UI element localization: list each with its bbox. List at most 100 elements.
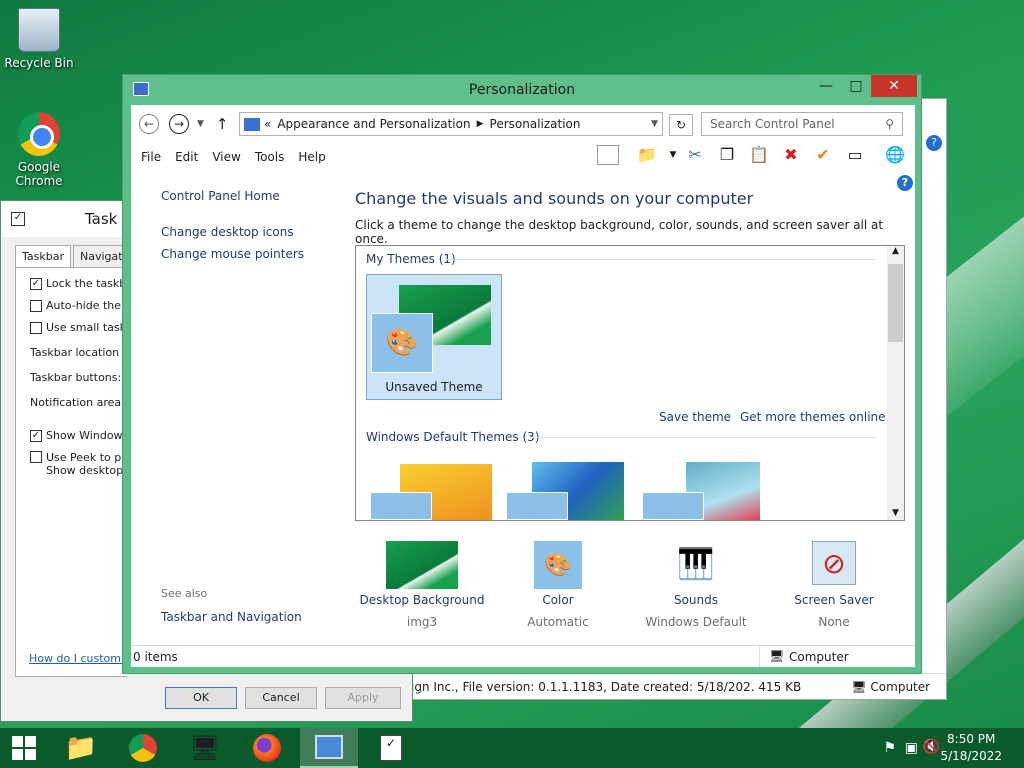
refresh-icon[interactable]: ↻ [669, 114, 693, 136]
scrollbar-thumb[interactable] [888, 264, 903, 342]
color-item[interactable]: 🎨 Color Automatic [493, 541, 623, 629]
my-themes-header: My Themes (1) [366, 252, 456, 266]
control-panel-taskbar-icon [315, 735, 343, 759]
file-explorer-taskbar-button[interactable]: 📁 [52, 728, 110, 768]
computer-taskbar-icon: 🖥 [189, 734, 221, 762]
dialog-app-icon: ✓ [11, 212, 25, 226]
minimize-button[interactable]: — [811, 75, 841, 97]
desktop-background-label[interactable]: Desktop Background [357, 593, 487, 607]
clock-time: 8:50 PM [947, 732, 996, 746]
color-value: Automatic [527, 615, 589, 629]
menu-view[interactable]: View [212, 150, 240, 164]
address-bar[interactable]: « Appearance and Personalization ▶ Perso… [239, 112, 663, 136]
theme-list-scrollbar[interactable]: ▲ ▼ [887, 246, 904, 520]
sounds-item[interactable]: 🎹 Sounds Windows Default [631, 541, 761, 629]
show-windows-store-checkbox[interactable]: ✓Show Windows S [30, 429, 126, 442]
close-button[interactable]: ✕ [871, 75, 917, 97]
change-desktop-icons-link[interactable]: Change desktop icons [161, 225, 341, 239]
customize-help-link[interactable]: How do I customize [29, 652, 125, 665]
page-heading: Change the visuals and sounds on your co… [355, 189, 754, 208]
up-arrow-icon[interactable]: ↑ [216, 115, 229, 133]
status-computer-icon: 🖥 [769, 649, 785, 663]
personalization-window: Personalization — □ ✕ ← → ▼ ↑ « Appearan… [122, 74, 922, 674]
screen-saver-item[interactable]: ⊘ Screen Saver None [769, 541, 899, 629]
screen-saver-value: None [818, 615, 850, 629]
menu-help[interactable]: Help [298, 150, 325, 164]
maximize-button[interactable]: □ [841, 75, 871, 97]
breadcrumb-overflow[interactable]: « [264, 117, 271, 131]
properties-icon[interactable]: ▭ [843, 143, 867, 167]
taskbar-navigation-link[interactable]: Taskbar and Navigation [161, 610, 302, 624]
lock-taskbar-checkbox[interactable]: ✓Lock the taskbar [30, 277, 126, 290]
apply-button[interactable]: Apply [325, 687, 401, 709]
save-theme-link[interactable]: Save theme [659, 410, 731, 424]
control-panel-home-link[interactable]: Control Panel Home [161, 189, 341, 203]
back-window-computer-label: Computer [870, 679, 931, 694]
color-label[interactable]: Color [493, 593, 623, 607]
cut-icon[interactable]: ✂ [683, 143, 707, 167]
recent-pages-chevron-icon[interactable]: ▼ [197, 119, 204, 129]
lines-theme-color-icon [506, 492, 568, 520]
scroll-up-icon[interactable]: ▲ [887, 246, 904, 256]
recycle-bin-icon [18, 8, 60, 52]
tab-taskbar[interactable]: Taskbar [15, 245, 71, 269]
checkmark-icon[interactable]: ✔ [811, 143, 835, 167]
address-dropdown-icon[interactable]: ▼ [651, 119, 658, 129]
action-center-flag-icon[interactable]: ⚑ [883, 740, 896, 756]
back-arrow-icon[interactable]: ← [139, 114, 159, 134]
search-icon[interactable]: ⚲ [885, 117, 894, 131]
taskbar-buttons-label: Taskbar buttons: [30, 371, 122, 384]
desktop-background-item[interactable]: Desktop Background img3 [357, 541, 487, 629]
network-globe-icon[interactable]: 🌐 [883, 143, 907, 167]
taskbar-location-label: Taskbar location on [30, 346, 126, 359]
copy-icon[interactable]: ❐ [715, 143, 739, 167]
small-buttons-checkbox[interactable]: Use small taskba [30, 321, 126, 334]
firefox-taskbar-button[interactable] [238, 728, 296, 768]
use-peek-checkbox[interactable]: Use Peek to preShow desktop bu [30, 451, 126, 477]
scroll-down-icon[interactable]: ▼ [887, 508, 904, 518]
menu-tools[interactable]: Tools [255, 150, 285, 164]
google-chrome-shortcut[interactable]: Google Chrome [2, 112, 76, 188]
search-input[interactable]: Search Control Panel ⚲ [701, 112, 903, 136]
control-panel-taskbar-button[interactable] [300, 728, 358, 768]
menu-file[interactable]: File [141, 150, 161, 164]
unsaved-theme-tile[interactable]: 🎨 Unsaved Theme [366, 274, 502, 400]
status-bar: 0 items 🖥 Computer [131, 645, 915, 667]
volume-muted-icon[interactable]: 🔇 [923, 739, 940, 755]
auto-hide-checkbox[interactable]: Auto-hide the ta [30, 299, 126, 312]
breadcrumb-separator-icon[interactable]: ▶ [477, 119, 484, 129]
screen-saver-label[interactable]: Screen Saver [769, 593, 899, 607]
taskbar-tab-panel: ✓Lock the taskbar Auto-hide the ta Use s… [15, 267, 127, 677]
breadcrumb-personalization[interactable]: Personalization [490, 117, 581, 131]
chrome-taskbar-button[interactable] [114, 728, 172, 768]
color-palette-icon: 🎨 [371, 313, 433, 373]
task-manager-taskbar-button[interactable]: ✓ [362, 728, 420, 768]
ok-button[interactable]: OK [165, 687, 237, 709]
windows-default-themes-header: Windows Default Themes (3) [366, 430, 540, 444]
cancel-button[interactable]: Cancel [245, 687, 317, 709]
folder-options-icon[interactable]: 📁 [635, 143, 659, 167]
start-button[interactable] [0, 728, 48, 768]
computer-taskbar-button[interactable]: 🖥 [176, 728, 234, 768]
recycle-bin-shortcut[interactable]: Recycle Bin [2, 8, 76, 70]
system-clock[interactable]: 8:50 PM 5/18/2022 [940, 731, 1002, 765]
help-icon[interactable]: ? [926, 135, 942, 151]
sounds-value: Windows Default [645, 615, 747, 629]
layout-pane-icon[interactable] [597, 145, 619, 165]
forward-arrow-icon[interactable]: → [169, 114, 189, 134]
menu-edit[interactable]: Edit [175, 150, 198, 164]
paste-icon[interactable]: 📋 [747, 143, 771, 167]
breadcrumb-appearance[interactable]: Appearance and Personalization [277, 117, 470, 131]
network-icon[interactable]: ▣ [905, 740, 918, 756]
delete-icon[interactable]: ✖ [779, 143, 803, 167]
color-icon: 🎨 [534, 541, 582, 589]
computer-icon: 🖥 [851, 679, 867, 694]
sounds-label[interactable]: Sounds [631, 593, 761, 607]
views-dropdown-icon[interactable]: ▼ [661, 143, 685, 167]
change-mouse-pointers-link[interactable]: Change mouse pointers [161, 247, 341, 261]
checklist-icon: ✓ [380, 735, 402, 761]
taskbar-dialog-title: Task [85, 210, 118, 228]
file-details-status: ign Inc., File version: 0.1.1.1183, Date… [411, 679, 802, 694]
get-more-themes-link[interactable]: Get more themes online [740, 410, 886, 424]
page-subheading: Click a theme to change the desktop back… [355, 218, 884, 246]
